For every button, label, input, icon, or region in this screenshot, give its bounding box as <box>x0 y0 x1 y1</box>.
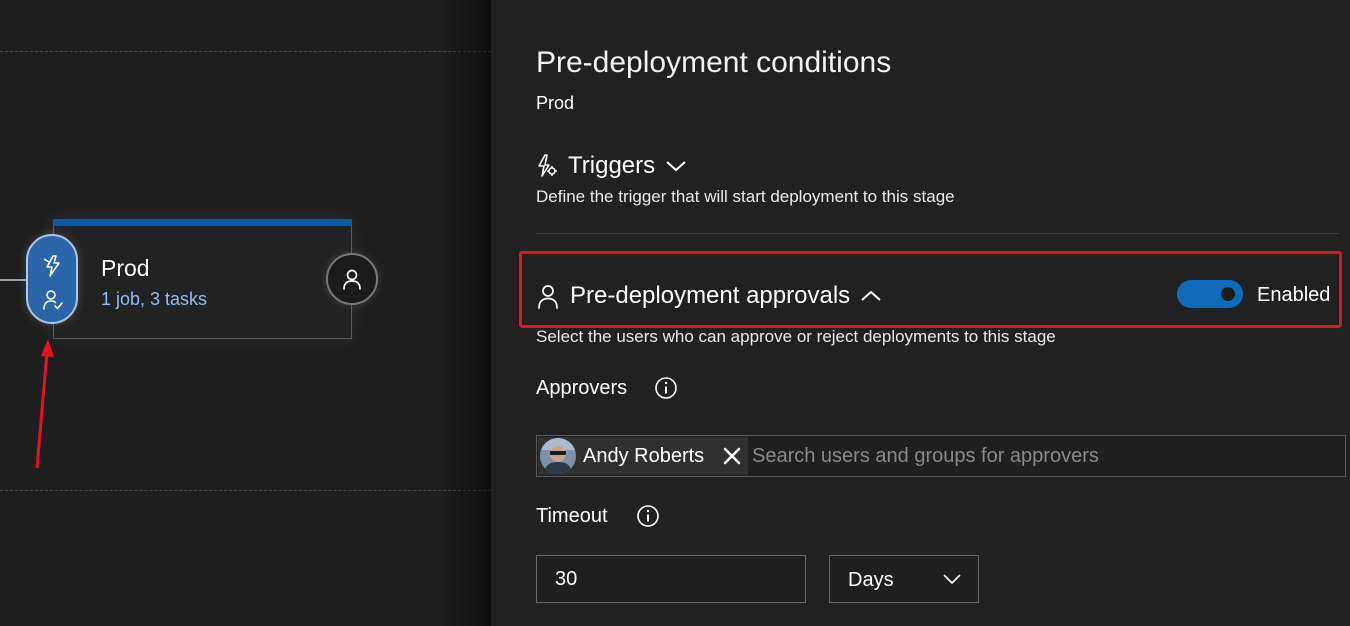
close-icon[interactable] <box>722 446 742 466</box>
timeout-unit-dropdown[interactable]: Days <box>829 555 979 603</box>
avatar <box>540 438 576 474</box>
triggers-label: Triggers <box>568 152 656 179</box>
chevron-down-icon <box>666 161 686 172</box>
timeout-unit-value: Days <box>848 569 894 591</box>
info-icon[interactable] <box>636 504 660 528</box>
approvers-picker[interactable]: Andy Roberts <box>536 435 1346 477</box>
panel-shadow <box>440 0 491 626</box>
panel-subtitle: Prod <box>536 93 575 113</box>
annotation-arrow <box>35 339 54 469</box>
lightning-gear-icon <box>538 154 557 177</box>
triggers-description: Define the trigger that will start deplo… <box>536 187 955 206</box>
section-divider <box>536 233 1339 234</box>
approver-chip: Andy Roberts <box>538 437 748 475</box>
info-icon[interactable] <box>654 376 678 400</box>
timeout-input[interactable] <box>536 555 806 603</box>
timeout-label: Timeout <box>536 505 608 527</box>
approvals-highlight-annotation <box>519 251 1342 328</box>
approvers-label: Approvers <box>536 377 628 399</box>
pipeline-canvas: Prod 1 job, 3 tasks <box>0 0 491 626</box>
panel-title: Pre-deployment conditions <box>536 46 892 79</box>
approver-name: Andy Roberts <box>583 444 705 467</box>
chevron-down-icon <box>943 574 961 585</box>
approvals-description: Select the users who can approve or reje… <box>536 327 1056 346</box>
approver-search-input[interactable] <box>750 437 1344 475</box>
triggers-section-toggle[interactable]: Triggers <box>536 152 687 180</box>
